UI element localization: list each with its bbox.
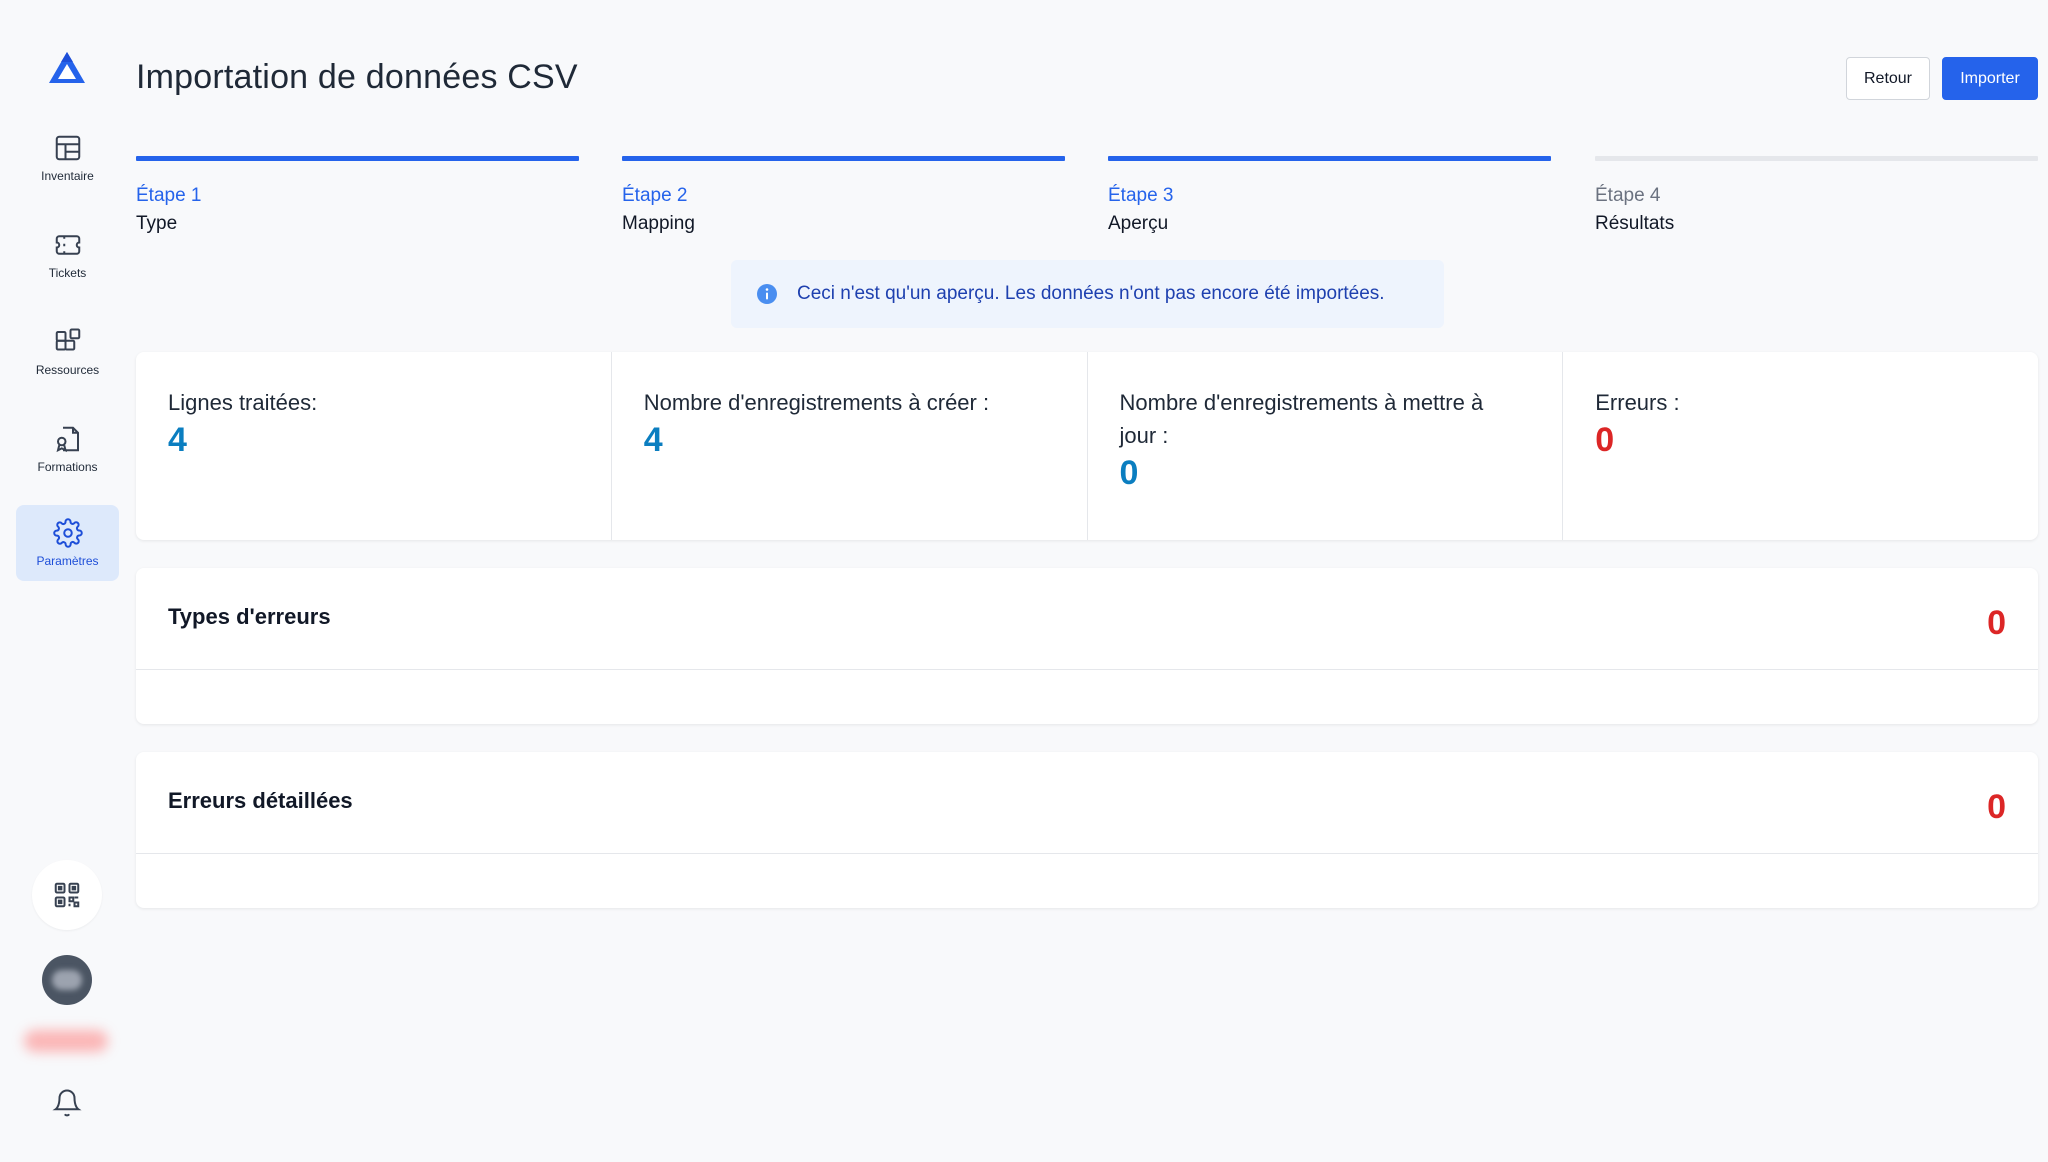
step-2: Étape 2 Mapping	[622, 156, 1065, 235]
sidebar-item-parametres[interactable]: Paramètres	[16, 505, 119, 581]
stat-value: 0	[1119, 454, 1139, 492]
back-button[interactable]: Retour	[1846, 57, 1930, 100]
sidebar-item-label: Tickets	[48, 266, 87, 280]
step-3: Étape 3 Aperçu	[1108, 156, 1551, 235]
info-text: Ceci n'est qu'un aperçu. Les données n'o…	[797, 283, 1385, 304]
step-name: Type	[136, 213, 178, 234]
sidebar-item-inventaire[interactable]: Inventaire	[16, 120, 119, 196]
stat-errors: Erreurs : 0	[1563, 352, 2038, 540]
stat-label: Nombre d'enregistrements à créer :	[643, 390, 990, 415]
avatar-image	[52, 970, 82, 990]
sidebar: Inventaire Tickets Ressources Formations	[0, 0, 134, 1162]
sidebar-item-label: Inventaire	[41, 169, 94, 183]
sidebar-item-formations[interactable]: Formations	[16, 411, 119, 487]
preview-info-banner: Ceci n'est qu'un aperçu. Les données n'o…	[731, 260, 1444, 328]
certificate-icon	[56, 426, 79, 453]
sidebar-item-ressources[interactable]: Ressources	[16, 314, 119, 390]
page-title: Importation de données CSV	[136, 58, 578, 96]
stat-label: Lignes traitées:	[168, 390, 318, 415]
stat-processed-rows: Lignes traitées: 4	[136, 352, 612, 540]
panel-header[interactable]: Erreurs détaillées 0	[136, 752, 2038, 854]
step-number: Étape 4	[1595, 185, 1661, 206]
error-types-panel: Types d'erreurs 0	[136, 568, 2038, 724]
panel-title: Erreurs détaillées	[168, 788, 353, 813]
step-name: Aperçu	[1108, 213, 1169, 234]
app: Inventaire Tickets Ressources Formations	[0, 0, 2048, 1162]
sidebar-item-label: Formations	[37, 460, 98, 474]
step-name: Mapping	[622, 213, 695, 234]
panel-header[interactable]: Types d'erreurs 0	[136, 568, 2038, 670]
step-name: Résultats	[1595, 213, 1675, 234]
import-button[interactable]: Importer	[1942, 57, 2038, 100]
user-name-redacted	[24, 1030, 108, 1052]
sidebar-item-tickets[interactable]: Tickets	[16, 217, 119, 293]
stat-value: 4	[168, 421, 187, 459]
step-progress-bar	[1595, 156, 2038, 161]
step-progress-bar	[622, 156, 1065, 161]
stat-label: Nombre d'enregistrements à mettre à jour…	[1119, 390, 1484, 448]
step-progress-bar	[1108, 156, 1551, 161]
panel-count: 0	[1987, 788, 2006, 826]
info-icon	[757, 284, 777, 304]
panel-count: 0	[1987, 604, 2006, 642]
stat-label: Erreurs :	[1595, 390, 1680, 415]
stat-value: 0	[1595, 421, 1615, 459]
app-logo-icon[interactable]	[47, 50, 87, 88]
step-number: Étape 3	[1108, 185, 1174, 206]
stat-records-to-create: Nombre d'enregistrements à créer : 4	[612, 352, 1088, 540]
import-stats: Lignes traitées: 4 Nombre d'enregistreme…	[136, 352, 2038, 540]
ticket-icon	[55, 235, 80, 255]
sidebar-item-label: Ressources	[35, 363, 100, 377]
step-number: Étape 2	[622, 185, 688, 206]
step-1: Étape 1 Type	[136, 156, 579, 235]
qr-code-icon	[54, 882, 80, 908]
qr-code-button[interactable]	[32, 860, 102, 930]
sidebar-item-label: Paramètres	[36, 554, 99, 568]
panel-title: Types d'erreurs	[168, 604, 331, 629]
detailed-errors-panel: Erreurs détaillées 0	[136, 752, 2038, 908]
stat-records-to-update: Nombre d'enregistrements à mettre à jour…	[1088, 352, 1564, 540]
step-number: Étape 1	[136, 185, 202, 206]
stat-value: 4	[643, 421, 663, 459]
avatar[interactable]	[42, 955, 92, 1005]
grid-table-icon	[55, 135, 80, 161]
step-progress-bar	[136, 156, 579, 161]
step-4: Étape 4 Résultats	[1595, 156, 2038, 235]
resources-icon	[55, 328, 80, 351]
gear-icon	[52, 518, 83, 548]
bell-icon[interactable]	[52, 1088, 82, 1118]
